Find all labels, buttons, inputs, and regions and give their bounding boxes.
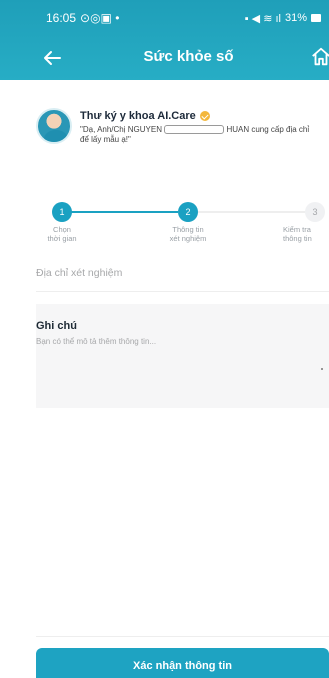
step-2-circle[interactable]: 2 [178, 202, 198, 222]
step-3-circle[interactable]: 3 [305, 202, 325, 222]
step-3-label-line1: Kiểm tra [283, 225, 311, 234]
notes-title: Ghi chú [36, 320, 77, 332]
notes-input[interactable]: Bạn có thể mô tả thêm thông tin... [36, 337, 329, 346]
assistant-message-line2: để lấy mẫu ạ!" [80, 135, 131, 144]
message-prefix: "Dạ, Anh/Chị NGUYEN [80, 125, 162, 134]
battery-icon [311, 14, 321, 22]
footer-divider [36, 636, 329, 637]
assistant-name: Thư ký y khoa AI.Care [80, 110, 196, 122]
status-bar: 16:05 ⊙◎▣ • ▪ ◀ ≋ ıl 31% [0, 0, 329, 36]
step-1-label: Chọn thời gian [32, 225, 92, 243]
assistant-name-row: Thư ký y khoa AI.Care [80, 110, 309, 122]
notes-resize-dot [321, 368, 323, 370]
status-time: 16:05 [46, 11, 77, 25]
step-2-label-line2: xét nghiệm [169, 234, 207, 243]
step-1-circle[interactable]: 1 [52, 202, 72, 222]
notification-icons: ⊙◎▣ • [80, 11, 120, 25]
nav-bar: Sức khỏe số [0, 38, 329, 78]
step-2-label-line1: Thông tin [172, 225, 204, 234]
message-suffix: HUAN cung cấp địa chỉ [226, 125, 310, 134]
assistant-message-line1: "Dạ, Anh/Chị NGUYEN HUAN cung cấp địa ch… [80, 125, 309, 135]
step-3-label: Kiểm tra thông tin [283, 225, 329, 243]
assistant-text: Thư ký y khoa AI.Care "Dạ, Anh/Chị NGUYE… [80, 110, 309, 145]
step-1-label-line1: Chọn [53, 225, 71, 234]
assistant-avatar [36, 108, 72, 144]
battery-level: 31% [284, 12, 307, 24]
assistant-message: Thư ký y khoa AI.Care "Dạ, Anh/Chị NGUYE… [36, 108, 329, 156]
notes-section[interactable]: Ghi chú Bạn có thể mô tả thêm thông tin.… [36, 304, 329, 408]
step-connector-1 [56, 211, 178, 213]
address-input[interactable]: Địa chỉ xét nghiệm [36, 254, 329, 292]
status-right: ▪ ◀ ≋ ıl 31% [245, 12, 321, 25]
step-1-label-line2: thời gian [47, 234, 77, 243]
status-left: 16:05 ⊙◎▣ • [46, 11, 119, 25]
home-icon[interactable] [310, 46, 329, 68]
step-connector-2 [198, 211, 305, 213]
app-header: 16:05 ⊙◎▣ • ▪ ◀ ≋ ıl 31% Sức khỏe số [0, 0, 329, 80]
masked-name-field [164, 125, 225, 135]
step-2-label: Thông tin xét nghiệm [158, 225, 218, 243]
verified-badge-icon [199, 111, 210, 121]
confirm-button[interactable]: Xác nhận thông tin [36, 648, 329, 678]
signal-icons: ▪ ◀ ≋ ıl [244, 12, 281, 25]
page-title: Sức khỏe số [143, 48, 234, 65]
step-3-label-line2: thông tin [283, 234, 312, 243]
progress-stepper: 1 2 3 Chọn thời gian Thông tin xét nghiệ… [36, 202, 329, 243]
